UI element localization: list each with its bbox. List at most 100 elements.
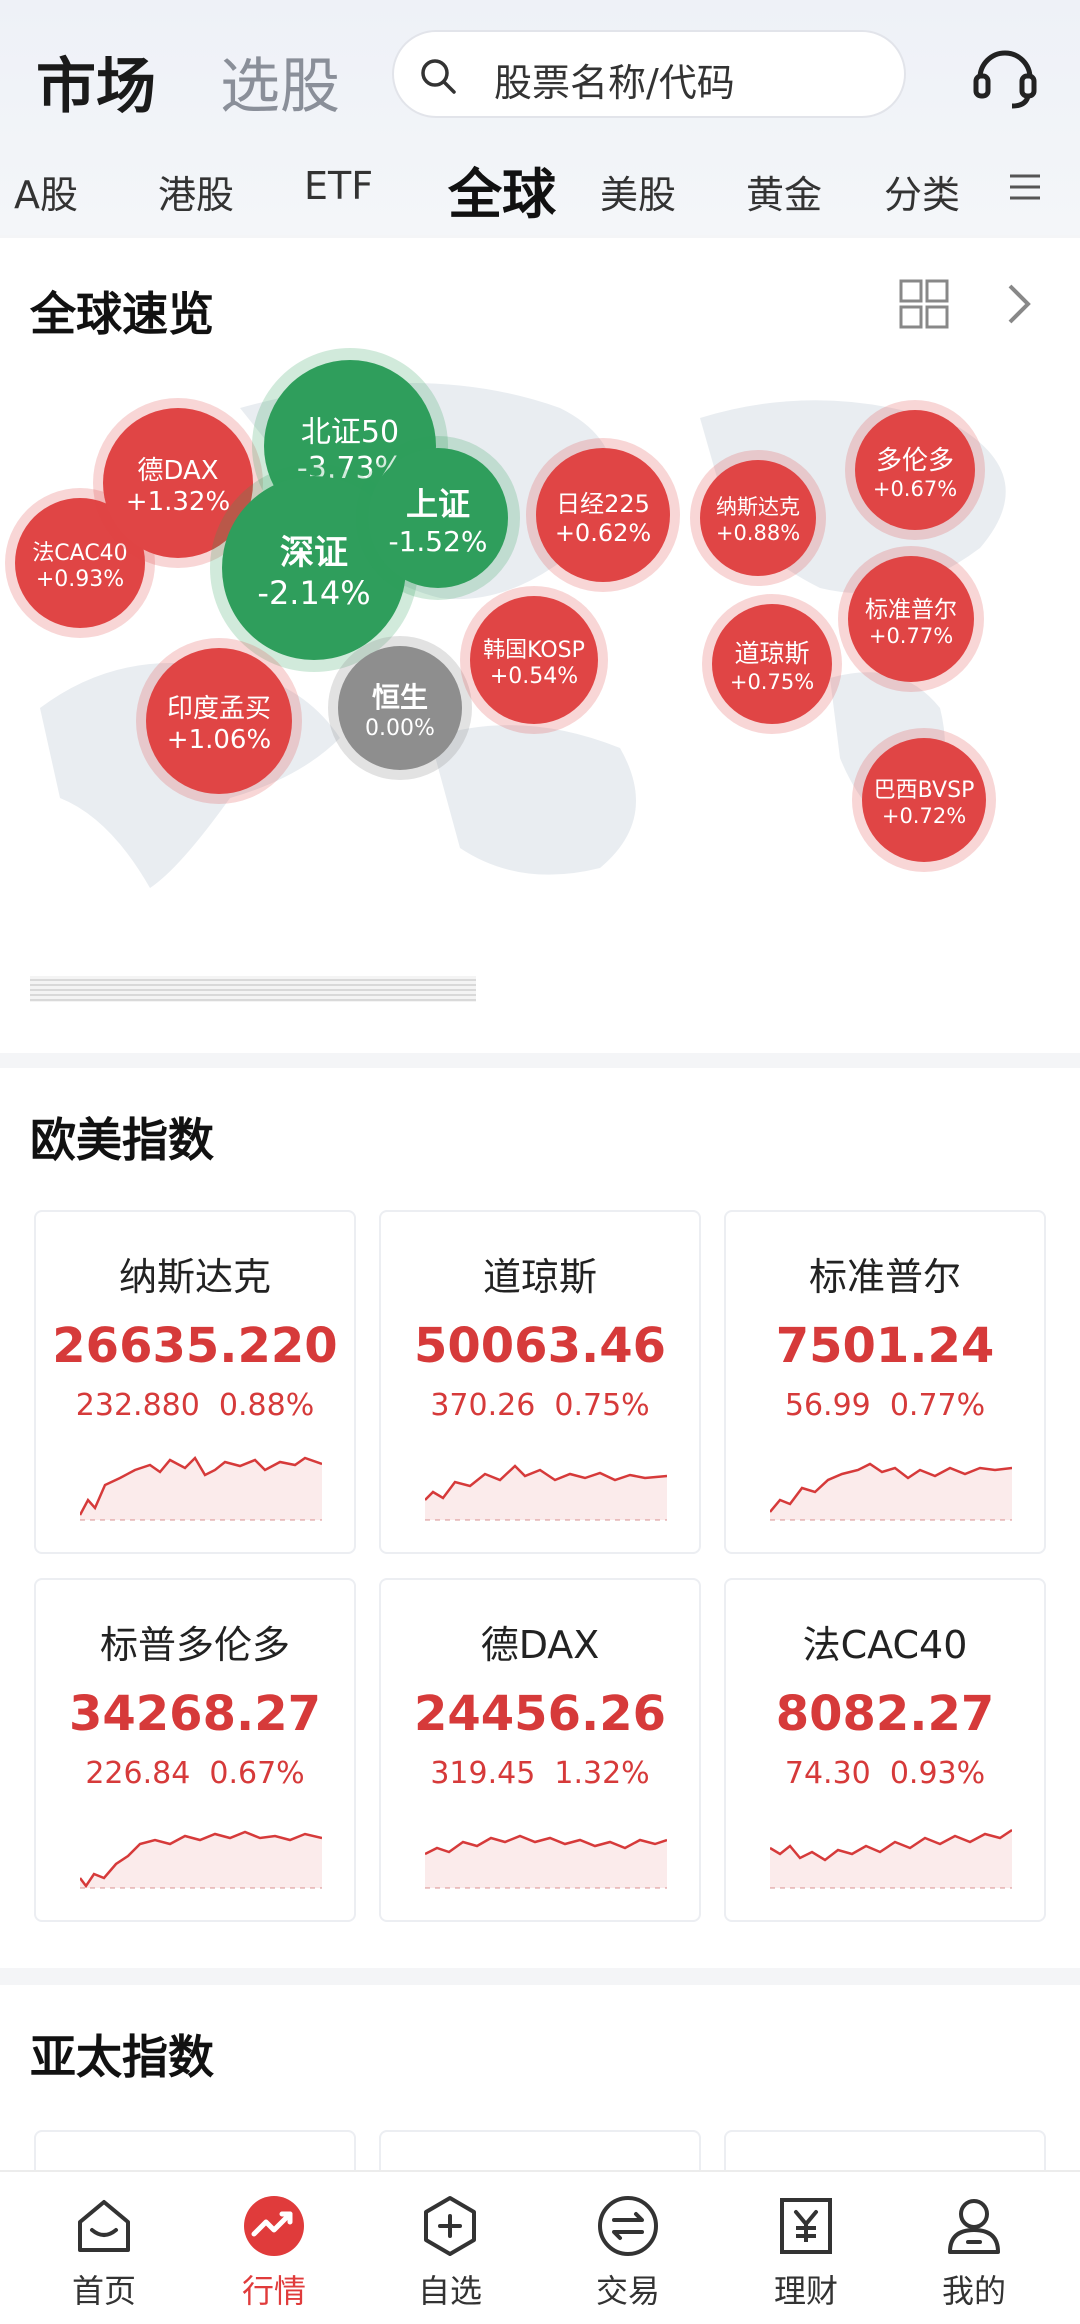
bubble-kospi[interactable]: 韩国KOSP +0.54% [470,596,598,724]
bubble-sp500[interactable]: 标准普尔 +0.77% [848,556,974,682]
tab-category[interactable]: 分类 [884,164,960,219]
search-icon [421,59,456,94]
headset-icon[interactable] [968,38,1042,112]
nav-profile[interactable]: 我的 [904,2172,1044,2324]
tab-hk[interactable]: 港股 [158,164,234,219]
bubble-sensex[interactable]: 印度孟买 +1.06% [146,648,292,794]
search-placeholder: 股票名称/代码 [494,61,735,105]
nav-watchlist[interactable]: 自选 [380,2172,520,2324]
index-value: 50063.46 [413,1318,667,1374]
index-change-pct: 0.93% [889,1756,986,1791]
menu-icon[interactable] [1008,170,1042,204]
bubble-name: 标准普尔 [865,597,957,623]
index-name: 道琼斯 [482,1255,597,1299]
bubble-name: 上证 [405,484,470,523]
index-card-dax[interactable]: 德DAX 24456.26 319.45 1.32% [379,1578,701,1922]
tab-a-share[interactable]: A股 [14,164,78,219]
nav-label: 行情 [241,2272,306,2310]
index-change-pct: 0.77% [889,1388,986,1423]
bubble-pct: -2.14% [257,573,371,612]
index-sparkline [425,1464,667,1521]
index-name: 纳斯达克 [118,1255,271,1299]
market-trend-icon [244,2196,304,2256]
bubble-name: 日经225 [556,489,650,518]
bubble-name: 纳斯达克 [716,495,800,519]
index-change-pct: 0.75% [554,1388,650,1423]
trade-exchange-icon [598,2196,658,2256]
index-card-sp500[interactable]: 标准普尔 7501.24 56.99 0.77% [724,1210,1046,1554]
tab-global[interactable]: 全球 [448,150,556,229]
nav-label: 自选 [417,2272,482,2310]
bubble-pct: +0.72% [881,804,967,828]
index-sparkline [425,1834,667,1889]
overview-title: 全球速览 [30,287,214,341]
nav-label: 理财 [773,2272,838,2310]
nav-home[interactable]: 首页 [34,2172,174,2324]
bubble-tsx[interactable]: 多伦多 +0.67% [855,410,975,530]
asia-pacific-indices-card: 亚太指数 [0,1985,1080,2190]
nav-market[interactable]: 行情 [204,2172,344,2324]
bubble-nasdaq[interactable]: 纳斯达克 +0.88% [700,460,816,576]
bubble-bvsp[interactable]: 巴西BVSP +0.72% [862,738,986,862]
bubble-pct: +0.67% [872,476,958,501]
bubble-name: 多伦多 [875,445,954,476]
bubble-pct: +1.32% [125,486,231,517]
market-title[interactable]: 市场 [36,38,156,125]
index-change: 74.30 0.93% [726,1756,1044,1791]
index-change: 226.84 0.67% [36,1756,354,1791]
grid-view-icon[interactable] [898,278,950,330]
stock-picker-title[interactable]: 选股 [220,38,340,125]
bubble-name: 巴西BVSP [873,778,975,803]
tab-etf[interactable]: ETF [304,164,373,208]
chevron-right-icon[interactable] [1004,282,1034,326]
search-input[interactable]: 股票名称/代码 [392,30,906,118]
index-value: 7501.24 [775,1318,995,1374]
index-change-pct: 1.32% [554,1756,650,1791]
bubble-pct: +0.77% [868,624,954,648]
index-name: 标普多伦多 [99,1623,290,1667]
index-change-abs: 232.880 [75,1388,200,1423]
profile-icon [948,2199,1000,2254]
index-change-abs: 370.26 [430,1388,536,1423]
index-card-dow[interactable]: 道琼斯 50063.46 370.26 0.75% [379,1210,701,1554]
index-card-cac40[interactable]: 法CAC40 8082.27 74.30 0.93% [724,1578,1046,1922]
ap-indices-title: 亚太指数 [30,2030,214,2084]
wealth-yuan-icon [780,2198,832,2254]
index-change-abs: 319.45 [430,1756,536,1791]
bubble-dow[interactable]: 道琼斯 +0.75% [712,604,832,724]
bubble-sse[interactable]: 上证 -1.52% [368,448,508,588]
world-map: 法CAC40 +0.93% 德DAX +1.32% 北证50 -3.73% 深证… [0,348,1080,988]
bubble-name: 法CAC40 [32,540,128,566]
bubble-pct: +0.93% [35,566,125,592]
nav-wealth[interactable]: 理财 [736,2172,876,2324]
bubble-name: 恒生 [371,680,428,714]
index-change: 319.45 1.32% [381,1756,699,1791]
index-card-nasdaq[interactable]: 纳斯达克 26635.220 232.880 0.88% [34,1210,356,1554]
tab-us[interactable]: 美股 [600,164,676,219]
index-value: 24456.26 [413,1686,667,1742]
bubble-name: 深证 [280,532,348,573]
index-change-abs: 226.84 [85,1756,191,1791]
index-change: 370.26 0.75% [381,1388,699,1423]
index-card-tsx[interactable]: 标普多伦多 34268.27 226.84 0.67% [34,1578,356,1922]
bubble-pct: +0.54% [489,663,579,689]
index-name: 标准普尔 [808,1255,961,1299]
index-change-abs: 56.99 [784,1388,871,1423]
tab-gold[interactable]: 黄金 [746,164,822,219]
nav-label: 交易 [595,2272,660,2310]
index-change-pct: 0.67% [209,1756,305,1791]
bubble-pct: +0.75% [729,670,815,694]
bubble-nikkei[interactable]: 日经225 +0.62% [536,448,670,582]
bubble-name: 德DAX [137,455,219,486]
bubble-pct: +0.62% [554,518,652,547]
overview-scroll-indicator[interactable] [30,976,476,1002]
home-icon [78,2200,130,2252]
index-value: 26635.220 [52,1318,338,1374]
index-value: 8082.27 [775,1686,995,1742]
index-name: 德DAX [480,1623,600,1667]
bubble-hsi[interactable]: 恒生 0.00% [338,646,462,770]
market-tabs: A股 港股 ETF 全球 美股 黄金 分类 [0,150,1080,230]
index-name: 法CAC40 [802,1623,968,1667]
us-indices-title: 欧美指数 [30,1113,214,1167]
nav-trade[interactable]: 交易 [558,2172,698,2324]
